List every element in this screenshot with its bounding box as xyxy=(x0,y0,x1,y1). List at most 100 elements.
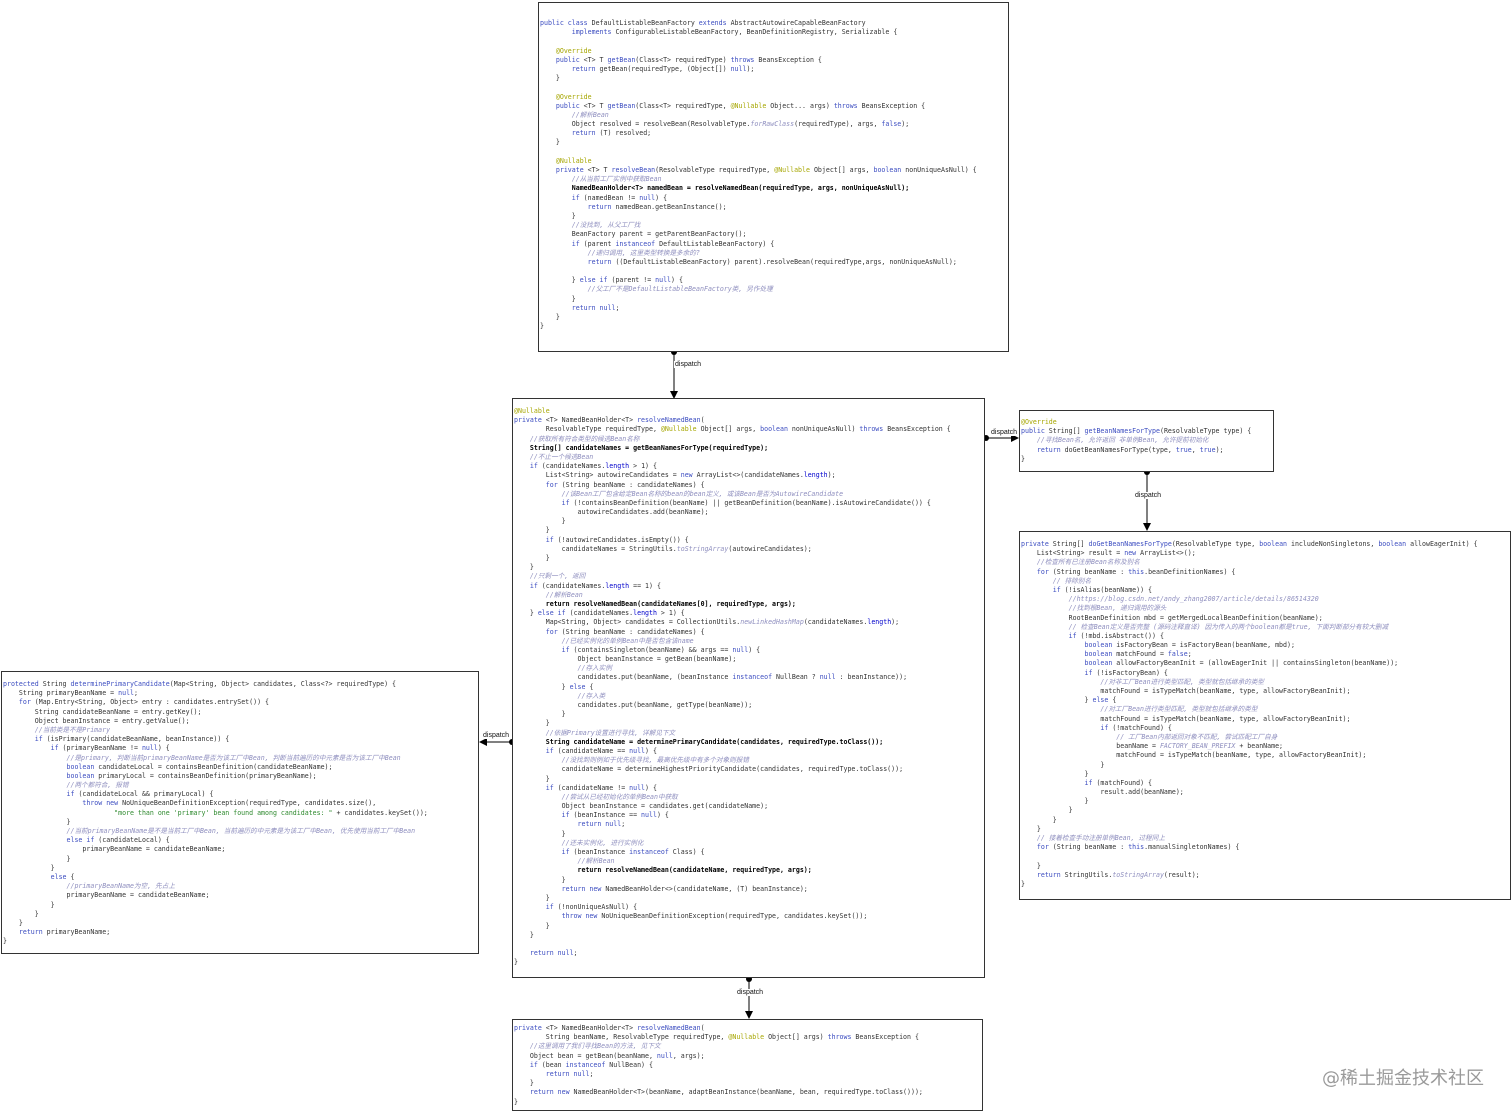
code-line: candidateName = determineHighestPriority… xyxy=(514,765,984,774)
code-line: "more than one 'primary' bean found amon… xyxy=(3,809,478,818)
code-token: <T> T xyxy=(583,55,608,64)
code-line: } xyxy=(1021,770,1510,779)
code-token: (autowireCandidates); xyxy=(728,544,812,553)
code-token: //不止一个候选Bean xyxy=(514,452,594,461)
code-token: new xyxy=(680,471,697,480)
code-token: NullBean ? xyxy=(776,673,820,682)
code-line: if (candidateNames.length > 1) { xyxy=(514,462,984,471)
code-token: //已经实例化的单例Bean中是否包含该name xyxy=(514,636,694,645)
edge-label: dispatch xyxy=(674,361,703,368)
code-token: (candidateNames. xyxy=(569,609,634,618)
code-block: public class DefaultListableBeanFactory … xyxy=(540,19,1008,331)
code-token: String[] xyxy=(1048,427,1085,436)
code-token: length xyxy=(803,471,828,480)
code-token: public xyxy=(540,55,584,64)
code-token: == 1) { xyxy=(629,581,661,590)
code-token: boolean xyxy=(873,166,906,174)
code-line: if (candidateLocal && primaryLocal) { xyxy=(3,790,478,799)
code-line: } xyxy=(514,922,984,931)
code-token: boolean xyxy=(1021,650,1117,659)
code-line: if (containsSingleton(beanName) && args … xyxy=(514,646,984,655)
code-token: matchFound = isTypeMatch(beanName, type,… xyxy=(1021,751,1367,760)
code-token: return xyxy=(540,64,600,73)
code-line: primaryBeanName = candidateBeanName; xyxy=(3,891,478,900)
code-token: <T> NamedBeanHolder<T> xyxy=(545,1024,638,1032)
code-token: NamedBeanHolder<T>(beanName, adaptBeanIn… xyxy=(573,1088,923,1097)
code-line: if (isPrimary(candidateBeanName, beanIns… xyxy=(3,735,478,744)
code-line: //这里调用了我们寻找Bean的方法, 见下文 xyxy=(514,1042,982,1051)
code-line: } xyxy=(3,855,478,864)
code-token: determinePrimaryCandidate xyxy=(70,680,170,688)
code-token: namedBean.getBeanInstance(); xyxy=(615,202,727,211)
code-line: //找到根Bean, 递归调用的源头 xyxy=(1021,604,1510,613)
code-token: (beanInstance == xyxy=(573,811,642,820)
code-token: for xyxy=(1021,567,1053,576)
code-line: return null; xyxy=(514,949,984,958)
code-token: ; xyxy=(1187,650,1192,659)
code-token: ((DefaultListableBeanFactory) parent).re… xyxy=(615,257,957,266)
code-line: else { xyxy=(3,873,478,882)
code-token: ; xyxy=(615,303,620,312)
code-token: if xyxy=(1021,631,1081,640)
code-line: } xyxy=(3,937,478,946)
code-line: //寻找Bean名, 允许返回 非单例Bean, 允许提前初始化 xyxy=(1021,436,1273,445)
code-token: boolean xyxy=(1259,540,1291,548)
code-token: } xyxy=(1021,815,1057,824)
code-token: } xyxy=(540,138,560,147)
code-token: this xyxy=(1128,567,1145,576)
code-token: Class) { xyxy=(672,848,705,856)
code-line: if (!mbd.isAbstract()) { xyxy=(1021,632,1510,641)
code-token: (namedBean != xyxy=(583,193,640,202)
code-token: implements xyxy=(540,28,616,37)
code-token: getBean(requiredType, (Object[]) xyxy=(599,64,731,73)
code-line: implements ConfigurableListableBeanFacto… xyxy=(540,28,1008,37)
code-line: throw new NoUniqueBeanDefinitionExceptio… xyxy=(3,799,478,808)
code-line: public <T> T getBean(Class<T> requiredTy… xyxy=(540,56,1008,65)
code-token: //没找到, 从父工厂找 xyxy=(540,221,641,230)
code-line: return new NamedBeanHolder<T>(beanName, … xyxy=(514,1088,982,1097)
code-token: else if xyxy=(3,836,99,845)
code-token: boolean xyxy=(760,425,792,434)
code-token: List<String> result = xyxy=(1021,549,1125,558)
code-token: ); xyxy=(746,64,755,73)
code-token: new xyxy=(1124,549,1141,558)
code-token: { xyxy=(1112,696,1117,705)
code-token: (containsSingleton(beanName) && args == xyxy=(573,645,733,654)
code-token: ; xyxy=(589,1069,594,1078)
code-line: for (String beanName : this.manualSingle… xyxy=(1021,843,1510,852)
code-line: //primaryBeanName为空, 先占上 xyxy=(3,882,478,891)
code-line: for (Map.Entry<String, Object> entry : c… xyxy=(3,698,478,707)
code-token: (String beanName : xyxy=(1052,843,1129,852)
code-line: Object beanInstance = candidates.get(can… xyxy=(514,802,984,811)
code-token: } xyxy=(514,526,550,535)
code-token: result.add(beanName); xyxy=(1021,788,1184,797)
code-token: ( xyxy=(700,1024,705,1032)
code-line: if (!isAlias(beanName)) { xyxy=(1021,586,1510,595)
code-token: null xyxy=(732,645,749,654)
code-token: boolean xyxy=(1021,641,1117,650)
code-token: (matchFound) { xyxy=(1096,778,1153,787)
code-token: null xyxy=(819,673,840,682)
code-line: } xyxy=(1021,816,1510,825)
code-token: (String beanName : xyxy=(1052,567,1129,576)
code-token: DefaultListableBeanFactory xyxy=(591,19,699,27)
code-line: matchFound = isTypeMatch(beanName, type,… xyxy=(1021,715,1510,724)
code-token: @Nullable xyxy=(728,1033,769,1042)
code-box-determineprimarycandidate: protected String determinePrimaryCandida… xyxy=(1,671,479,954)
code-token: // 排除别名 xyxy=(1021,576,1092,585)
code-token: candidateLocal = containsBeanDefinition(… xyxy=(98,762,333,771)
code-token: (!autowireCandidates.isEmpty()) { xyxy=(557,535,689,544)
code-line: return getBean(requiredType, (Object[]) … xyxy=(540,65,1008,74)
code-line: if (beanInstance instanceof Class) { xyxy=(514,848,984,857)
code-line: //尝试从已经初始化的单例Bean中获取 xyxy=(514,793,984,802)
code-token: .beanDefinitionNames) { xyxy=(1144,567,1236,576)
code-token: (candidateName == xyxy=(557,746,630,755)
code-token: (bean xyxy=(541,1060,566,1069)
code-token: } xyxy=(540,294,576,303)
code-token: ) { xyxy=(157,744,170,753)
code-token: primaryBeanName; xyxy=(46,928,111,937)
code-token: ConfigurableListableBeanFactory, BeanDef… xyxy=(615,28,898,37)
code-token: throws xyxy=(730,55,759,64)
code-token: private xyxy=(1021,540,1053,548)
